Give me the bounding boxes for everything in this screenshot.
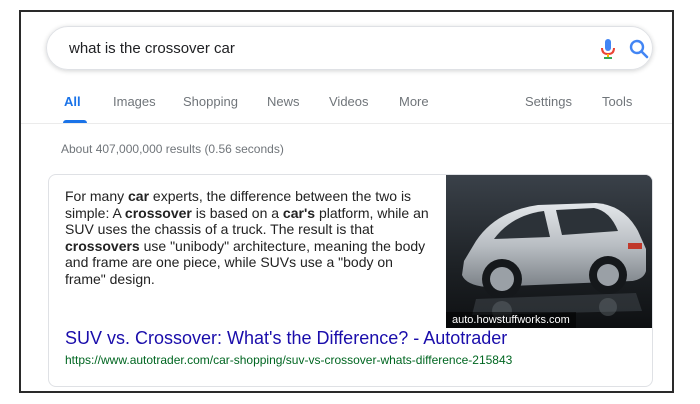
- snippet-fragment: is based on a: [191, 204, 283, 221]
- tab-settings[interactable]: Settings: [525, 94, 572, 109]
- tabs-divider: [21, 123, 672, 124]
- tab-all[interactable]: All: [64, 94, 81, 109]
- image-source-caption[interactable]: auto.howstuffworks.com: [446, 312, 576, 328]
- tab-shopping[interactable]: Shopping: [183, 94, 238, 109]
- search-icon[interactable]: [628, 38, 650, 60]
- result-title-link[interactable]: SUV vs. Crossover: What's the Difference…: [65, 328, 507, 349]
- tab-news[interactable]: News: [267, 94, 300, 109]
- screenshot-frame: what is the crossover car All Images Sho…: [19, 10, 674, 393]
- result-url[interactable]: https://www.autotrader.com/car-shopping/…: [65, 353, 512, 367]
- featured-snippet: For many car experts, the difference bet…: [48, 174, 653, 387]
- result-stats: About 407,000,000 results (0.56 seconds): [61, 142, 284, 156]
- car-image: [446, 175, 652, 328]
- microphone-icon[interactable]: [599, 38, 617, 60]
- search-query[interactable]: what is the crossover car: [69, 40, 235, 57]
- snippet-highlight: car's: [282, 204, 316, 221]
- tab-more[interactable]: More: [399, 94, 429, 109]
- snippet-highlight: crossovers: [65, 237, 140, 254]
- snippet-fragment: For many: [65, 188, 129, 204]
- search-tabs: All Images Shopping News Videos More Set…: [21, 94, 672, 124]
- snippet-text: For many car experts, the difference bet…: [65, 188, 435, 287]
- tab-tools[interactable]: Tools: [602, 94, 632, 109]
- snippet-image[interactable]: auto.howstuffworks.com: [446, 175, 652, 328]
- search-bar[interactable]: what is the crossover car: [46, 26, 653, 70]
- tab-images[interactable]: Images: [113, 94, 156, 109]
- tab-videos[interactable]: Videos: [329, 94, 369, 109]
- snippet-highlight: crossover: [124, 204, 192, 221]
- snippet-highlight: car: [128, 188, 150, 204]
